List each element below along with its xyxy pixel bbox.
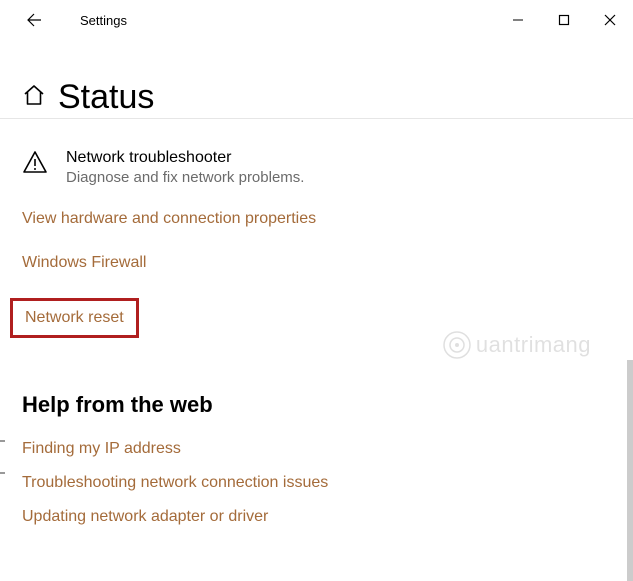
tick-mark	[0, 472, 5, 474]
back-button[interactable]	[18, 4, 50, 36]
network-troubleshooter-item[interactable]: Network troubleshooter Diagnose and fix …	[22, 149, 611, 186]
page-title: Status	[58, 78, 154, 117]
help-section-title: Help from the web	[22, 392, 611, 418]
app-name: Settings	[80, 13, 127, 28]
scrollbar[interactable]	[627, 360, 633, 581]
warning-icon	[22, 162, 48, 179]
maximize-button[interactable]	[541, 0, 587, 40]
titlebar: Settings	[0, 0, 633, 40]
minimize-button[interactable]	[495, 0, 541, 40]
troubleshooter-subtitle: Diagnose and fix network problems.	[66, 169, 611, 186]
arrow-left-icon	[26, 12, 42, 28]
troubleshooter-title: Network troubleshooter	[66, 149, 611, 167]
divider	[0, 118, 633, 119]
windows-firewall-link[interactable]: Windows Firewall	[22, 254, 146, 272]
content-area: Status Network troubleshooter Diagnose a…	[0, 78, 633, 526]
home-icon	[22, 83, 46, 112]
close-icon	[604, 14, 616, 26]
help-link-troubleshooting[interactable]: Troubleshooting network connection issue…	[22, 474, 611, 492]
page-header: Status	[22, 78, 611, 117]
maximize-icon	[558, 14, 570, 26]
help-link-ip[interactable]: Finding my IP address	[22, 440, 611, 458]
close-button[interactable]	[587, 0, 633, 40]
minimize-icon	[512, 14, 524, 26]
view-hardware-link[interactable]: View hardware and connection properties	[22, 210, 316, 228]
network-reset-link[interactable]: Network reset	[25, 309, 124, 327]
help-link-adapter[interactable]: Updating network adapter or driver	[22, 508, 611, 526]
window-controls	[495, 0, 633, 40]
tick-mark	[0, 440, 5, 442]
network-reset-highlight: Network reset	[10, 298, 139, 338]
